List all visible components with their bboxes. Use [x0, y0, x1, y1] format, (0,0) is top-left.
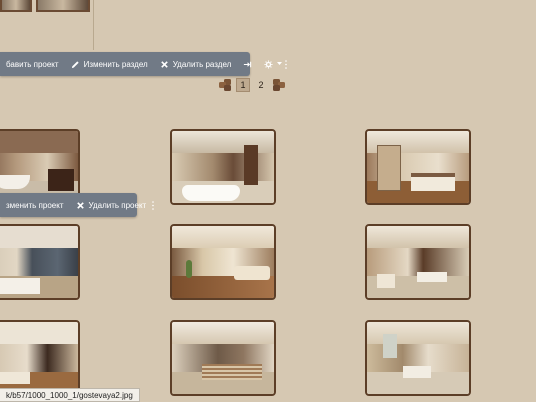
project-thumbnail[interactable] [170, 224, 276, 300]
add-project-label: бавить проект [6, 59, 59, 69]
thumbnail-partial[interactable] [0, 0, 32, 12]
status-url: k/b57/1000_1000_1/gostevaya2.jpg [6, 390, 133, 400]
grip-icon [152, 200, 155, 210]
project-thumbnail[interactable] [170, 129, 276, 205]
edit-project-button[interactable]: зменить проект [0, 193, 70, 217]
bedroom-city-image [0, 226, 78, 298]
add-project-button[interactable]: бавить проект [0, 52, 65, 76]
kitchen-image [172, 322, 274, 394]
previous-section-strip [0, 0, 94, 50]
edit-project-label: зменить проект [6, 200, 64, 210]
project-thumbnail[interactable] [0, 224, 80, 300]
thumbnail-partial[interactable] [36, 0, 90, 12]
edit-section-button[interactable]: Изменить раздел [65, 52, 154, 76]
section-admin-toolbar: бавить проект Изменить раздел Удалить ра… [0, 52, 288, 76]
dining-room-2-image [367, 322, 469, 394]
gear-icon [264, 59, 273, 69]
next-page-icon[interactable] [272, 78, 286, 92]
project-admin-toolbar: зменить проект Удалить проект [0, 193, 155, 217]
project-thumbnail[interactable] [0, 320, 80, 396]
page-1-link[interactable]: 1 [236, 78, 250, 92]
prev-page-icon[interactable] [218, 78, 232, 92]
delete-project-button[interactable]: Удалить проект [70, 193, 153, 217]
arrow-to-line-icon [244, 61, 252, 67]
bathroom-image [172, 131, 274, 203]
drag-handle[interactable] [285, 52, 288, 76]
project-thumbnail[interactable] [365, 129, 471, 205]
edit-section-label: Изменить раздел [83, 59, 148, 69]
living-room-2-image [0, 322, 78, 394]
delete-section-label: Удалить раздел [172, 59, 232, 69]
browser-status-bar: k/b57/1000_1000_1/gostevaya2.jpg [0, 388, 140, 402]
drag-handle[interactable] [152, 193, 155, 217]
page-2-link[interactable]: 2 [254, 78, 268, 92]
bedroom-image [367, 131, 469, 203]
dining-room-image [367, 226, 469, 298]
delete-section-button[interactable]: Удалить раздел [154, 52, 238, 76]
grip-icon [285, 59, 288, 69]
pagination: 1 2 [218, 78, 286, 92]
project-thumbnail[interactable] [365, 320, 471, 396]
close-icon [76, 201, 84, 209]
caret-down-icon [277, 62, 283, 65]
move-button[interactable] [237, 52, 258, 76]
settings-dropdown-button[interactable] [258, 52, 285, 76]
pencil-icon [71, 60, 79, 68]
project-thumbnail[interactable] [365, 224, 471, 300]
delete-project-label: Удалить проект [88, 200, 147, 210]
project-thumbnail[interactable] [170, 320, 276, 396]
close-icon [160, 60, 168, 68]
living-room-image [172, 226, 274, 298]
